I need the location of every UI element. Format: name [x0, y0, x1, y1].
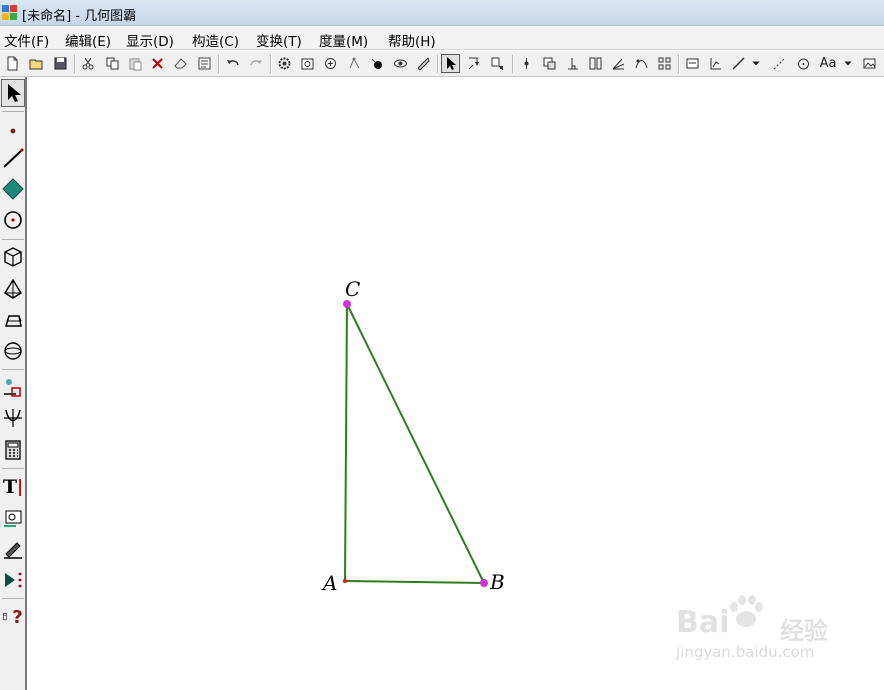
toolbar-divider: [678, 55, 680, 73]
angle-bisector-icon[interactable]: [609, 54, 628, 73]
media-tool-icon[interactable]: [1, 504, 25, 532]
menu-measure[interactable]: 度量(M): [319, 30, 368, 50]
eraser-icon[interactable]: [171, 54, 190, 73]
palette-divider: [2, 468, 24, 469]
pyramid-tool-icon[interactable]: [1, 275, 25, 303]
title-bar: [未命名] - 几何图霸: [0, 0, 884, 26]
menu-bar: 文件(F) 编辑(E) 显示(D) 构造(C) 变换(T) 度量(M) 帮助(H…: [0, 27, 884, 50]
parallel-icon[interactable]: [586, 54, 605, 73]
perpendicular-icon[interactable]: [563, 54, 582, 73]
transform-tool-icon[interactable]: [1, 373, 25, 401]
tool-palette: T | ?: [0, 77, 27, 690]
text-tool-label: T: [2, 476, 17, 498]
intersection-icon[interactable]: [540, 54, 559, 73]
watermark-url: jingyan.baidu.com: [676, 643, 815, 661]
show-hide-icon[interactable]: [391, 54, 410, 73]
save-icon[interactable]: [51, 54, 70, 73]
toolbar-divider: [74, 55, 76, 73]
arrow-select-icon[interactable]: [441, 54, 460, 73]
animate-icon[interactable]: [321, 54, 340, 73]
toolbar-divider: [218, 55, 220, 73]
grid-icon[interactable]: [655, 54, 674, 73]
help-tool-label: ?: [12, 606, 23, 628]
toolbar-divider: [270, 55, 272, 73]
watermark-brand: Bai: [676, 605, 730, 640]
label-b[interactable]: B: [489, 570, 505, 594]
function-graph-tool-icon[interactable]: [1, 404, 25, 432]
point-on-object-icon[interactable]: [368, 54, 387, 73]
segment-cb[interactable]: [346, 303, 485, 584]
help-tool-icon[interactable]: ?: [1, 603, 25, 631]
menu-construct[interactable]: 构造(C): [192, 30, 239, 50]
toolbar: Aa: [0, 51, 884, 77]
baidu-watermark: Bai 经验 jingyan.baidu.com: [676, 595, 846, 670]
paste-icon[interactable]: [126, 54, 145, 73]
menu-file[interactable]: 文件(F): [4, 30, 49, 50]
midpoint-icon[interactable]: [517, 54, 536, 73]
palette-divider: [2, 369, 24, 370]
trace-icon[interactable]: [345, 54, 364, 73]
segment-ab[interactable]: [344, 580, 485, 584]
palette-divider: [2, 598, 24, 599]
open-folder-icon[interactable]: [27, 54, 46, 73]
compass-tool-icon[interactable]: [1, 206, 25, 234]
cube-tool-icon[interactable]: [1, 243, 25, 271]
label-c[interactable]: C: [345, 277, 360, 301]
format-icon[interactable]: [195, 54, 214, 73]
menu-transform[interactable]: 变换(T): [256, 30, 302, 50]
polygon-tool-icon[interactable]: [1, 175, 25, 203]
point-tool-icon[interactable]: [1, 114, 25, 142]
line-style-dropdown-chevron-down-icon[interactable]: [750, 54, 762, 73]
window-title: [未命名] - 几何图霸: [22, 9, 137, 24]
segment-ac[interactable]: [344, 303, 348, 582]
settings-gear-icon[interactable]: [275, 54, 294, 73]
animation-tool-icon[interactable]: [1, 566, 25, 594]
prism-tool-icon[interactable]: [1, 306, 25, 334]
dilate-select-icon[interactable]: [488, 54, 507, 73]
watermark-brand-suffix: 经验: [780, 617, 828, 645]
text-tool-cursor-icon: |: [16, 477, 24, 497]
arrow-select-tool-icon[interactable]: [1, 79, 25, 107]
menu-help[interactable]: 帮助(H): [388, 30, 436, 50]
redo-icon[interactable]: [247, 54, 266, 73]
cut-icon[interactable]: [79, 54, 98, 73]
coordinate-system-icon[interactable]: [706, 54, 725, 73]
app-logo-icon: [2, 5, 17, 20]
rotate-select-icon[interactable]: [465, 54, 484, 73]
segment-tool-icon[interactable]: [1, 144, 25, 172]
pen-tool-icon[interactable]: [1, 535, 25, 563]
new-file-icon[interactable]: [3, 54, 22, 73]
properties-icon[interactable]: [298, 54, 317, 73]
palette-divider: [2, 111, 24, 112]
locus-icon[interactable]: [632, 54, 651, 73]
font-dropdown-chevron-down-icon[interactable]: [842, 54, 854, 73]
point-b[interactable]: [480, 579, 488, 587]
circle-tool-icon[interactable]: [794, 54, 813, 73]
measure-length-icon[interactable]: [683, 54, 702, 73]
label-tool-icon[interactable]: [414, 54, 433, 73]
copy-icon[interactable]: [103, 54, 122, 73]
menu-display[interactable]: 显示(D): [126, 30, 174, 50]
point-a[interactable]: [342, 578, 348, 584]
toolbar-divider: [437, 55, 439, 73]
palette-divider: [2, 239, 24, 240]
sphere-tool-icon[interactable]: [1, 337, 25, 365]
dashed-line-icon[interactable]: [770, 54, 789, 73]
font-button[interactable]: Aa: [816, 54, 840, 73]
point-c[interactable]: [343, 300, 351, 308]
picture-icon[interactable]: [860, 54, 879, 73]
calculator-tool-icon[interactable]: [1, 436, 25, 464]
label-a[interactable]: A: [321, 571, 337, 595]
delete-icon[interactable]: [148, 54, 167, 73]
menu-edit[interactable]: 编辑(E): [65, 30, 111, 50]
line-style-icon[interactable]: [729, 54, 748, 73]
text-tool-icon[interactable]: T |: [1, 473, 25, 501]
toolbar-divider: [512, 55, 514, 73]
undo-icon[interactable]: [223, 54, 242, 73]
paw-logo-icon: [730, 595, 763, 627]
